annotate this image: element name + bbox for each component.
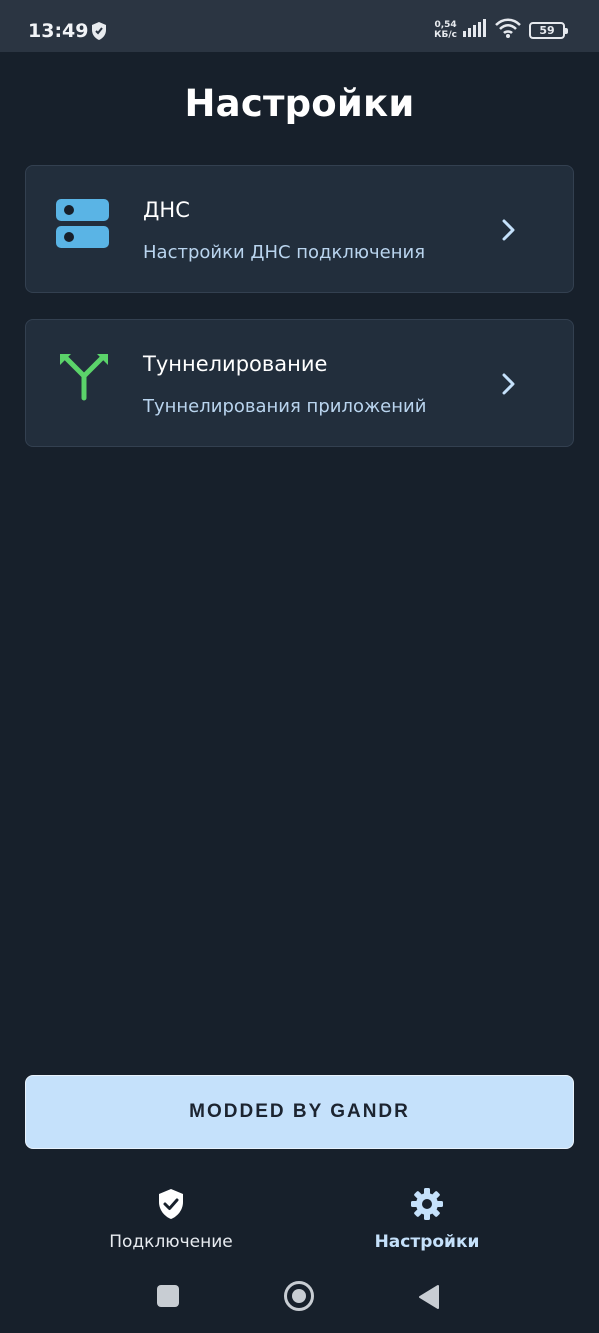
back-button[interactable] [418,1284,440,1314]
nav-label: Настройки [374,1232,480,1252]
page-title: Настройки [184,82,415,125]
status-bar: 13:49 0,54 КБ/с 59 [0,0,599,52]
gear-icon [327,1188,527,1224]
net-speed-value: 0,54 [434,20,457,30]
settings-item-subtitle: Туннелирования приложений [143,396,427,417]
settings-item-tunneling[interactable]: Туннелирование Туннелирования приложений [25,319,574,447]
shield-check-icon [71,1188,271,1224]
settings-item-dns[interactable]: ДНС Настройки ДНС подключения [25,165,574,293]
modded-by-button[interactable]: MODDED BY GANDR [25,1075,574,1149]
settings-item-title: Туннелирование [143,352,328,376]
status-time: 13:49 [28,20,89,42]
shield-icon [91,22,107,44]
battery-level: 59 [539,23,555,37]
wifi-icon [495,18,521,42]
home-button[interactable] [284,1281,314,1311]
server-icon [56,196,112,252]
system-navigation-bar [0,1280,599,1311]
settings-item-title: ДНС [143,198,190,222]
nav-item-connection[interactable]: Подключение [71,1188,271,1252]
nav-item-settings[interactable]: Настройки [327,1188,527,1252]
chevron-right-icon [501,372,517,400]
nav-label: Подключение [109,1232,233,1252]
status-indicators: 0,54 КБ/с 59 [434,18,568,42]
settings-item-subtitle: Настройки ДНС подключения [143,242,426,263]
chevron-right-icon [501,218,517,246]
fork-arrows-icon [56,350,112,406]
signal-icon [463,19,489,41]
net-speed: 0,54 КБ/с [434,20,457,40]
net-speed-unit: КБ/с [434,30,457,40]
recent-apps-button[interactable] [157,1285,179,1307]
battery-indicator: 59 [529,21,568,39]
